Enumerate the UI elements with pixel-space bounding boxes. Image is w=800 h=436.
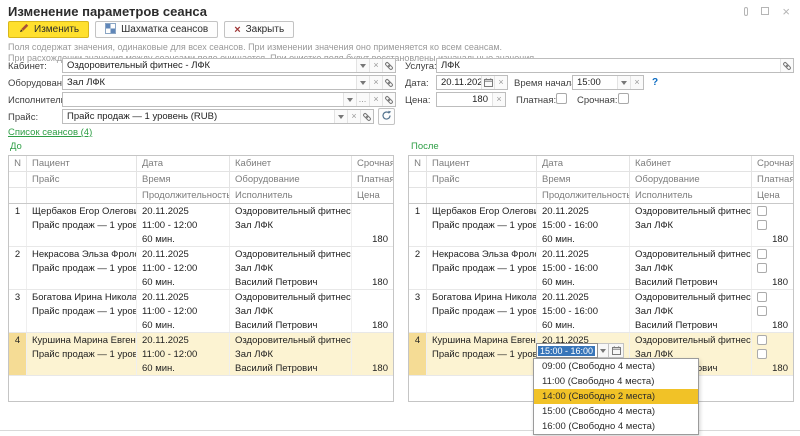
chess-grid-icon [105,23,116,37]
cost-field[interactable]: 180 × [436,92,506,107]
paid-checkbox[interactable] [556,93,567,104]
after-group-title: После [411,141,439,152]
close-button[interactable]: × Закрыть [224,21,294,38]
before-table-header: N Пациент Дата Кабинет Срочная Прайс Вре… [9,156,393,204]
pencil-icon [18,23,29,37]
refresh-button[interactable] [378,108,395,125]
urgent-checkbox[interactable] [757,249,767,259]
dropdown-item-selected[interactable]: 14:00 (Свободно 2 места) [534,389,698,404]
urgent-checkbox[interactable] [757,292,767,302]
paid-checkbox[interactable] [757,306,767,316]
equipment-field[interactable]: Зал ЛФК × [62,75,396,90]
triangle-down-icon[interactable] [334,110,347,123]
performer-field[interactable]: … × [62,92,396,107]
before-table: N Пациент Дата Кабинет Срочная Прайс Вре… [8,155,394,402]
clear-x-icon[interactable]: × [369,76,382,89]
calendar-icon[interactable] [609,343,624,358]
question-icon[interactable]: ? [652,77,658,88]
table-row[interactable]: 2 Некрасова Эльза ФроловнаПрайс продаж —… [9,247,393,290]
cost-label: Цена: [405,95,430,106]
edit-button[interactable]: Изменить [8,21,89,38]
cabinet-field[interactable]: Оздоровительный фитнес - ЛФК × [62,58,396,73]
triangle-down-icon[interactable] [617,76,630,89]
table-row-selected[interactable]: 4 Куршина Марина ЕвгеньевнаПрайс продаж … [9,333,393,376]
notice-line-1: Поля содержат значения, одинаковые для в… [8,42,537,53]
dropdown-item[interactable]: 16:00 (Свободно 4 места) [534,419,698,434]
performer-label: Исполнитель: [8,95,68,106]
price-type-field[interactable]: Прайс продаж — 1 уровень (RUB) × [62,109,374,124]
toolbar: Изменить Шахматка сеансов × Закрыть [8,21,294,38]
price-type-label: Прайс: [8,112,38,123]
chain-link-icon[interactable] [382,93,395,106]
table-row[interactable]: 3 Богатова Ирина НиколаевнаПрайс продаж … [9,290,393,333]
urgent-label: Срочная: [577,95,617,106]
maximize-icon[interactable] [761,6,769,16]
triangle-down-icon[interactable] [598,343,609,358]
clear-x-icon[interactable]: × [494,76,507,89]
pin-icon[interactable] [744,6,748,16]
table-row[interactable]: 1 Щербаков Егор ОлеговичПрайс продаж — 1… [409,204,793,247]
close-x-icon: × [234,25,240,35]
chain-link-icon[interactable] [382,59,395,72]
date-field[interactable]: 20.11.2025 × [436,75,508,90]
triangle-down-icon[interactable] [356,59,369,72]
triangle-down-icon[interactable] [343,93,356,106]
session-list-link[interactable]: Список сеансов (4) [8,127,92,138]
triangle-down-icon[interactable] [356,76,369,89]
table-row[interactable]: 2 Некрасова Эльза ФроловнаПрайс продаж —… [409,247,793,290]
urgent-checkbox[interactable] [757,206,767,216]
session-parameters-window: Изменение параметров сеанса × Изменить Ш… [0,0,800,436]
before-group-title: До [10,141,22,152]
urgent-checkbox[interactable] [618,93,629,104]
paid-checkbox[interactable] [757,263,767,273]
start-time-field[interactable]: 15:00 × [572,75,644,90]
window-controls: × [744,6,790,16]
service-field[interactable]: ЛФК [436,58,794,73]
dropdown-item[interactable]: 09:00 (Свободно 4 места) [534,359,698,374]
chess-schedule-button[interactable]: Шахматка сеансов [95,21,218,38]
page-title: Изменение параметров сеанса [8,4,207,19]
dropdown-item[interactable]: 11:00 (Свободно 4 места) [534,374,698,389]
time-input[interactable]: 15:00 - 16:00 [536,343,598,358]
clear-x-icon[interactable]: × [630,76,643,89]
calendar-icon[interactable] [481,76,494,89]
chain-link-icon[interactable] [780,59,793,72]
service-label: Услуга: [405,61,437,72]
table-row[interactable]: 1 Щербаков Егор ОлеговичПрайс продаж — 1… [9,204,393,247]
chain-link-icon[interactable] [360,110,373,123]
paid-checkbox[interactable] [757,220,767,230]
cabinet-label: Кабинет: [8,61,47,72]
dropdown-item[interactable]: 15:00 (Свободно 4 места) [534,404,698,419]
start-time-label: Время начала: [514,78,579,89]
time-editor[interactable]: 15:00 - 16:00 [536,343,624,358]
urgent-checkbox[interactable] [757,335,767,345]
date-label: Дата: [405,78,429,89]
window-close-icon[interactable]: × [782,6,790,16]
clear-x-icon[interactable]: × [347,110,360,123]
time-dropdown: 09:00 (Свободно 4 места) 11:00 (Свободно… [533,358,699,435]
paid-checkbox[interactable] [757,349,767,359]
table-row[interactable]: 3 Богатова Ирина НиколаевнаПрайс продаж … [409,290,793,333]
after-table-header: N Пациент Дата Кабинет Срочная Прайс Вре… [409,156,793,204]
refresh-icon [381,110,392,124]
clear-x-icon[interactable]: × [369,93,382,106]
clear-x-icon[interactable]: × [369,59,382,72]
ellipsis-icon[interactable]: … [356,93,369,106]
chain-link-icon[interactable] [382,76,395,89]
paid-label: Платная: [516,95,556,106]
clear-x-icon[interactable]: × [492,93,505,106]
